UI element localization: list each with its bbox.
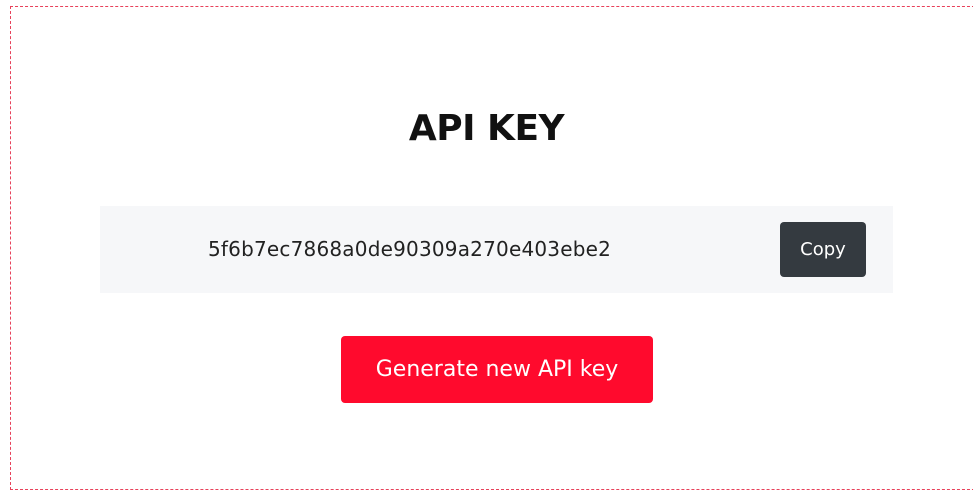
generate-api-key-button[interactable]: Generate new API key <box>341 336 653 403</box>
page-title: API KEY <box>408 108 565 149</box>
api-key-value: 5f6b7ec7868a0de90309a270e403ebe2 <box>208 237 612 261</box>
copy-button[interactable]: Copy <box>780 222 866 277</box>
api-key-box: 5f6b7ec7868a0de90309a270e403ebe2 Copy <box>100 206 893 293</box>
